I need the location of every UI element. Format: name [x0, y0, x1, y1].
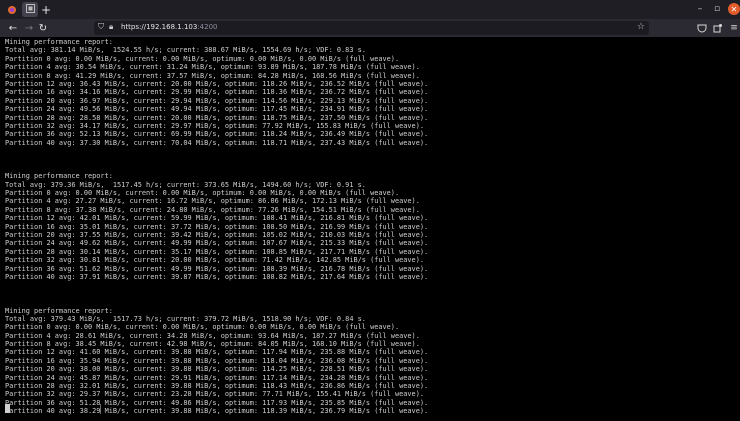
- terminal-line: Partition 8 avg: 37.38 MiB/s, current: 2…: [5, 205, 420, 214]
- firefox-view-icon[interactable]: [4, 2, 20, 17]
- terminal-line: Partition 8 avg: 38.45 MiB/s, current: 4…: [5, 340, 420, 349]
- terminal-line: Partition 0 avg: 0.00 MiB/s, current: 0.…: [5, 54, 400, 63]
- terminal-line: Partition 40 avg: 37.30 MiB/s, current: …: [5, 138, 429, 147]
- terminal-line: Total avg: 381.14 MiB/s, 1524.55 h/s; cu…: [5, 46, 366, 55]
- terminal-line: Partition 16 avg: 35.94 MiB/s, current: …: [5, 356, 429, 365]
- reload-button[interactable]: ↻: [36, 21, 50, 35]
- arrow-right-icon: →: [24, 22, 34, 34]
- reload-icon: ↻: [38, 22, 48, 34]
- back-button[interactable]: ←: [6, 21, 20, 35]
- forward-button[interactable]: →: [22, 21, 36, 35]
- terminal-line: Partition 32 avg: 30.81 MiB/s, current: …: [5, 256, 424, 265]
- close-window-button[interactable]: ✕: [728, 3, 740, 15]
- terminal-line: Partition 0 avg: 0.00 MiB/s, current: 0.…: [5, 189, 400, 198]
- terminal-line: Mining performance report:: [5, 38, 113, 46]
- mouse-text-cursor: [100, 404, 101, 414]
- maximize-icon: ▫: [713, 4, 721, 14]
- terminal-line: Total avg: 379.36 MiB/s, 1517.45 h/s; cu…: [5, 180, 366, 189]
- hamburger-menu-icon[interactable]: ≡: [728, 22, 740, 34]
- maximize-button[interactable]: ▫: [711, 3, 723, 15]
- pocket-icon[interactable]: [696, 22, 708, 34]
- minimize-button[interactable]: –: [694, 3, 706, 15]
- tab-bar: + – ▫ ✕: [0, 0, 740, 19]
- terminal-line: Partition 28 avg: 28.58 MiB/s, current: …: [5, 113, 429, 122]
- terminal-line: Partition 20 avg: 37.55 MiB/s, current: …: [5, 230, 429, 239]
- terminal-line: Partition 36 avg: 51.62 MiB/s, current: …: [5, 264, 429, 273]
- terminal-line: Partition 28 avg: 32.01 MiB/s, current: …: [5, 382, 429, 391]
- terminal-line: Partition 24 avg: 45.87 MiB/s, current: …: [5, 373, 429, 382]
- address-bar[interactable]: ⛉ 🔒︎ https://192.168.1.103:4200 ☆: [94, 21, 649, 35]
- terminal-line: Partition 24 avg: 49.62 MiB/s, current: …: [5, 239, 429, 248]
- terminal-line: Partition 12 avg: 41.60 MiB/s, current: …: [5, 348, 429, 357]
- terminal-line: Mining performance report:: [5, 172, 113, 181]
- terminal-line: Partition 20 avg: 38.00 MiB/s, current: …: [5, 365, 429, 374]
- url-host: https://192.168.1.103: [121, 23, 198, 31]
- terminal-line: Partition 40 avg: 38.29 MiB/s, current: …: [5, 407, 429, 416]
- star-icon[interactable]: ☆: [637, 22, 645, 32]
- terminal-line: Partition 28 avg: 30.14 MiB/s, current: …: [5, 247, 429, 256]
- terminal-line: Partition 36 avg: 51.28 MiB/s, current: …: [5, 398, 429, 407]
- plus-icon: +: [40, 2, 52, 17]
- terminal-line: Mining performance report:: [5, 306, 113, 315]
- new-tab-button[interactable]: +: [38, 2, 54, 17]
- terminal-line: Partition 32 avg: 34.17 MiB/s, current: …: [5, 121, 424, 130]
- url-text[interactable]: https://192.168.1.103:4200: [121, 23, 218, 31]
- terminal-line: Partition 32 avg: 29.37 MiB/s, current: …: [5, 390, 424, 399]
- shield-icon[interactable]: ⛉: [98, 22, 104, 32]
- close-icon: ✕: [730, 4, 738, 14]
- page-info-icon[interactable]: 🔒︎: [109, 22, 113, 32]
- terminal-line: Partition 36 avg: 52.13 MiB/s, current: …: [5, 130, 429, 139]
- active-tab[interactable]: [22, 2, 38, 17]
- terminal-line: Partition 12 avg: 36.43 MiB/s, current: …: [5, 79, 429, 88]
- terminal-line: Partition 4 avg: 28.61 MiB/s, current: 3…: [5, 331, 420, 340]
- navigation-toolbar: ← → ↻ ⛉ 🔒︎ https://192.168.1.103:4200 ☆ …: [0, 19, 740, 37]
- terminal-line: Partition 16 avg: 34.16 MiB/s, current: …: [5, 88, 429, 97]
- extensions-icon[interactable]: [712, 22, 724, 34]
- terminal-output[interactable]: Mining performance report: Total avg: 381…: [0, 37, 740, 421]
- terminal-line: Partition 12 avg: 42.01 MiB/s, current: …: [5, 214, 429, 223]
- mining-log: Mining performance report: Total avg: 381…: [5, 38, 428, 416]
- arrow-left-icon: ←: [8, 22, 18, 34]
- terminal-line: Partition 4 avg: 30.54 MiB/s, current: 3…: [5, 63, 420, 72]
- terminal-line: Partition 0 avg: 0.00 MiB/s, current: 0.…: [5, 323, 400, 332]
- terminal-line: Partition 24 avg: 49.56 MiB/s, current: …: [5, 105, 429, 114]
- url-port: :4200: [197, 23, 218, 31]
- terminal-line: Partition 8 avg: 41.29 MiB/s, current: 3…: [5, 71, 420, 80]
- terminal-line: Partition 40 avg: 37.91 MiB/s, current: …: [5, 272, 429, 281]
- terminal-line: Partition 20 avg: 36.97 MiB/s, current: …: [5, 96, 429, 105]
- terminal-line: Partition 16 avg: 35.01 MiB/s, current: …: [5, 222, 429, 231]
- tab-favicon-icon: [25, 3, 35, 16]
- terminal-cursor: [5, 404, 10, 413]
- terminal-line: Partition 4 avg: 27.27 MiB/s, current: 1…: [5, 197, 420, 206]
- minimize-icon: –: [697, 4, 703, 14]
- terminal-line: Total avg: 379.43 MiB/s, 1517.73 h/s; cu…: [5, 314, 366, 323]
